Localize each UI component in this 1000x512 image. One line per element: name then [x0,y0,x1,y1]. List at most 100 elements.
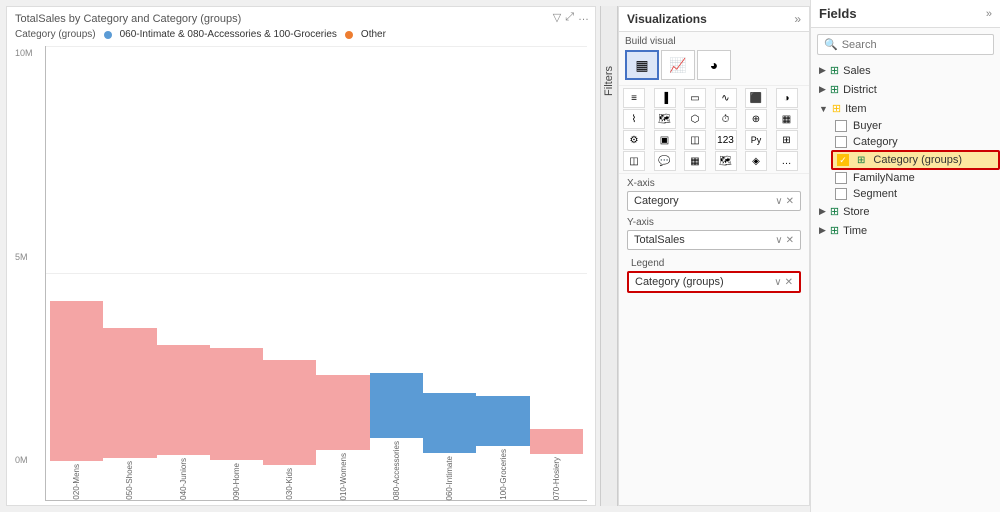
field-group-store-header[interactable]: ▶ ⊞ Store [811,202,1000,221]
field-group-store: ▶ ⊞ Store [811,202,1000,221]
field-category[interactable]: Category [831,134,1000,150]
district-chevron: ▶ [819,84,826,95]
viz-expand-icon[interactable]: » [794,12,801,26]
viz-type-13[interactable]: ⚙ [623,130,645,150]
category-checkbox[interactable] [835,136,847,148]
bar-060-intimate-label: 060-Intimate [445,456,454,500]
viz-type-2[interactable]: ▐ [654,88,676,108]
bar-080-accessories-fill [370,373,423,438]
yaxis-dropdown[interactable]: TotalSales ∨ ✕ [627,230,801,250]
field-segment[interactable]: Segment [831,186,1000,202]
field-buyer[interactable]: Buyer [831,118,1000,134]
viz-type-4[interactable]: ∿ [715,88,737,108]
bar-010-womens-fill [316,375,369,450]
search-input[interactable] [842,39,987,51]
viz-icon-bar-active[interactable]: ▦ [625,50,659,80]
legend-group-label: Category (groups) [15,29,96,40]
field-group-district: ▶ ⊞ District [811,80,1000,99]
viz-type-16[interactable]: 123 [715,130,737,150]
time-chevron: ▶ [819,225,826,236]
viz-type-8[interactable]: 🗺 [654,109,676,129]
fields-list: ▶ ⊞ Sales ▶ ⊞ District ▼ ⊞ Item [811,59,1000,512]
field-group-district-header[interactable]: ▶ ⊞ District [811,80,1000,99]
xaxis-dropdown[interactable]: Category ∨ ✕ [627,191,801,211]
viz-type-12[interactable]: ▦ [776,109,798,129]
chart-toolbar: ▽ ⤢ … [553,11,589,24]
viz-type-9[interactable]: ⬡ [684,109,706,129]
familyname-checkbox[interactable] [835,172,847,184]
viz-type-22[interactable]: 🗺 [715,151,737,171]
bar-070-hosiery-fill [530,429,583,454]
legend-dropdown[interactable]: Category (groups) ∨ ✕ [627,271,801,293]
viz-type-11[interactable]: ⊕ [745,109,767,129]
bar-030-kids-label: 030-Kids [285,468,294,500]
field-familyname[interactable]: FamilyName [831,170,1000,186]
yaxis-chevron: ∨ [775,235,782,246]
xaxis-section: X-axis Category ∨ ✕ [619,174,809,213]
bar-040-juniors: 040-Juniors [157,345,210,500]
yaxis-clear[interactable]: ✕ [786,235,794,246]
yaxis-section: Y-axis TotalSales ∨ ✕ [619,213,809,252]
viz-type-20[interactable]: 💬 [654,151,676,171]
buyer-checkbox[interactable] [835,120,847,132]
yaxis-dd-icons: ∨ ✕ [775,235,794,246]
viz-type-14[interactable]: ▣ [654,130,676,150]
legend-item-blue: 060-Intimate & 080-Accessories & 100-Gro… [120,29,337,40]
xaxis-clear[interactable]: ✕ [786,196,794,207]
viz-type-21[interactable]: ▦ [684,151,706,171]
viz-type-7[interactable]: ⌇ [623,109,645,129]
viz-icon-line[interactable]: 📈 [661,50,695,80]
viz-type-10[interactable]: ⏱ [715,109,737,129]
filter-icon[interactable]: ▽ [553,11,561,24]
y-label-10m: 10M [15,48,45,58]
bar-070-hosiery-label: 070-Hosiery [552,457,561,500]
familyname-label: FamilyName [853,172,915,184]
yaxis-label: Y-axis [627,217,801,228]
viz-title: Visualizations [627,12,707,26]
bar-100-groceries-label: 100-Groceries [499,449,508,500]
viz-type-17[interactable]: Py [745,130,767,150]
viz-type-15[interactable]: ◫ [684,130,706,150]
bar-070-hosiery: 070-Hosiery [530,429,583,500]
field-group-item-header[interactable]: ▼ ⊞ Item [811,99,1000,118]
legend-dot-orange [345,31,353,39]
viz-icons-grid: ≡ ▐ ▭ ∿ ⬛ ◑ ⌇ 🗺 ⬡ ⏱ ⊕ ▦ ⚙ ▣ ◫ 123 Py ⊞ [619,86,809,174]
xaxis-chevron: ∨ [775,196,782,207]
store-chevron: ▶ [819,206,826,217]
segment-checkbox[interactable] [835,188,847,200]
bar-010-womens: 010-Womens [316,375,369,500]
bar-020-mens-label: 020-Mens [72,464,81,500]
bar-010-womens-label: 010-Womens [339,453,348,500]
viz-type-6[interactable]: ◑ [776,88,798,108]
viz-type-23[interactable]: ◈ [745,151,767,171]
viz-type-5[interactable]: ⬛ [745,88,767,108]
search-box[interactable]: 🔍 [817,34,994,55]
item-label: Item [845,103,866,115]
expand-icon[interactable]: ⤢ [565,11,574,24]
viz-type-24[interactable]: … [776,151,798,171]
category-groups-checkbox[interactable]: ✓ [837,154,849,166]
viz-type-19[interactable]: ◫ [623,151,645,171]
viz-type-3[interactable]: ▭ [684,88,706,108]
field-group-time-header[interactable]: ▶ ⊞ Time [811,221,1000,240]
fields-expand-icon[interactable]: » [986,8,992,20]
bars-area: 020-Mens 050-Shoes 040-Juniors 090-Home [45,46,587,501]
field-category-groups[interactable]: ✓ ⊞ Category (groups) [831,150,1000,170]
time-label: Time [843,225,867,237]
bar-030-kids: 030-Kids [263,360,316,500]
viz-type-18[interactable]: ⊞ [776,130,798,150]
category-groups-table-icon: ⊞ [857,155,865,166]
field-group-sales-header[interactable]: ▶ ⊞ Sales [811,61,1000,80]
field-group-sales: ▶ ⊞ Sales [811,61,1000,80]
bar-030-kids-fill [263,360,316,465]
bar-020-mens-fill [50,301,103,461]
more-icon[interactable]: … [578,11,589,24]
district-table-icon: ⊞ [830,83,839,96]
buyer-label: Buyer [853,120,882,132]
field-group-item: ▼ ⊞ Item Buyer Category [811,99,1000,202]
filters-tab[interactable]: Filters [600,6,618,506]
viz-type-1[interactable]: ≡ [623,88,645,108]
viz-icon-pie[interactable]: ◕ [697,50,731,80]
fields-title: Fields [819,6,857,21]
legend-clear[interactable]: ✕ [785,277,793,288]
